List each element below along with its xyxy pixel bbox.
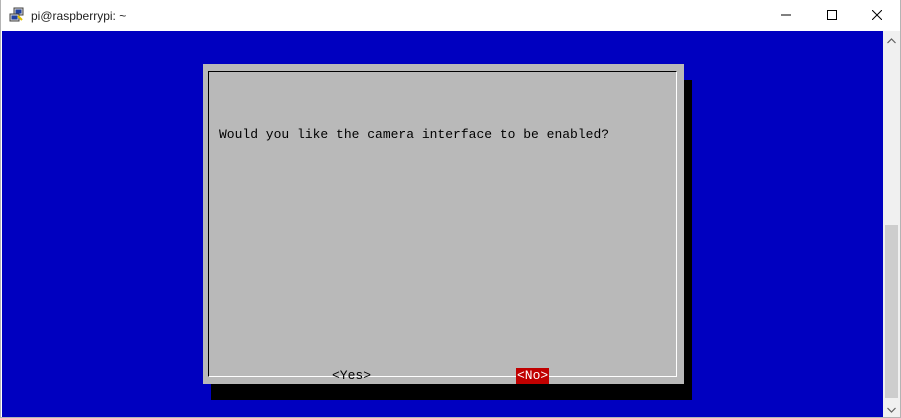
dialog-prompt: Would you like the camera interface to b… <box>219 127 610 142</box>
yes-button[interactable]: <Yes> <box>332 368 371 384</box>
terminal-area[interactable]: Would you like the camera interface to b… <box>2 31 883 417</box>
confirm-dialog: Would you like the camera interface to b… <box>203 64 684 384</box>
close-icon <box>871 9 883 23</box>
minimize-icon <box>781 9 791 23</box>
dialog-frame <box>208 71 677 377</box>
title-bar[interactable]: pi@raspberrypi: ~ <box>1 0 900 31</box>
minimize-button[interactable] <box>763 0 809 31</box>
chevron-down-icon <box>887 400 896 418</box>
vertical-scrollbar[interactable] <box>883 31 900 417</box>
scroll-up-button[interactable] <box>883 31 900 48</box>
window-title: pi@raspberrypi: ~ <box>31 9 127 23</box>
maximize-icon <box>827 9 837 23</box>
scroll-down-button[interactable] <box>883 400 900 417</box>
scrollbar-thumb[interactable] <box>885 225 898 398</box>
putty-app-icon[interactable] <box>9 7 25 23</box>
chevron-up-icon <box>887 31 896 49</box>
no-button[interactable]: <No> <box>516 368 550 384</box>
close-button[interactable] <box>854 0 900 31</box>
terminal-window: pi@raspberrypi: ~ Would you like the cam… <box>0 0 901 418</box>
maximize-button[interactable] <box>809 0 855 31</box>
